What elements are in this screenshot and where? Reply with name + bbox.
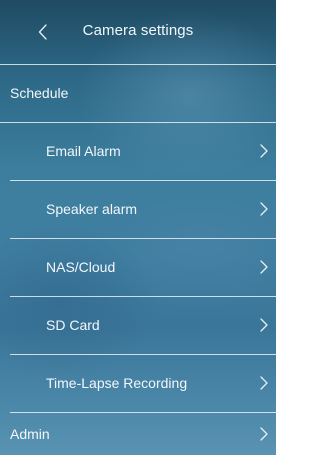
menu-item-nas-cloud[interactable]: NAS/Cloud (0, 239, 276, 295)
menu-item-label: Schedule (10, 85, 69, 101)
chevron-right-icon (260, 202, 268, 216)
menu-item-sd-card[interactable]: SD Card (0, 297, 276, 353)
chevron-right-icon (260, 427, 268, 441)
menu-item-label: Email Alarm (46, 143, 121, 159)
chevron-right-icon (260, 376, 268, 390)
header-bar: Camera settings (0, 0, 276, 64)
menu-item-email-alarm[interactable]: Email Alarm (0, 123, 276, 179)
menu-item-label: Speaker alarm (46, 201, 138, 217)
menu-item-speaker-alarm[interactable]: Speaker alarm (0, 181, 276, 237)
menu-item-label: Time-Lapse Recording (46, 375, 188, 391)
page-title: Camera settings (82, 22, 194, 39)
menu-item-schedule[interactable]: Schedule (0, 65, 276, 121)
menu-item-label: SD Card (46, 317, 100, 333)
chevron-right-icon (260, 260, 268, 274)
chevron-right-icon (260, 144, 268, 158)
chevron-right-icon (260, 318, 268, 332)
menu-item-label: NAS/Cloud (46, 259, 116, 275)
menu-item-label: Admin (10, 426, 50, 442)
menu-item-time-lapse-recording[interactable]: Time-Lapse Recording (0, 355, 276, 411)
menu-item-admin[interactable]: Admin (0, 413, 276, 455)
camera-settings-screen: Camera settings Schedule Email Alarm Spe… (0, 0, 276, 455)
